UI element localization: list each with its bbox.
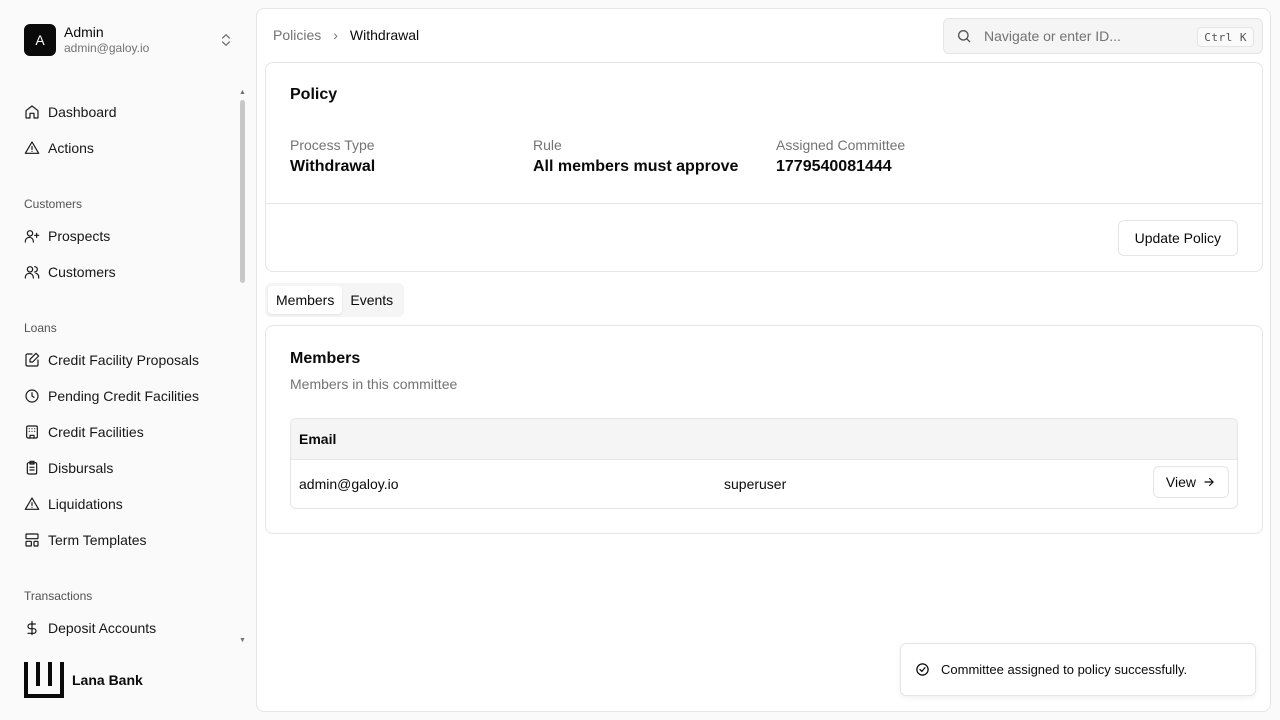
- members-subtitle: Members in this committee: [290, 376, 458, 392]
- member-email: admin@galoy.io: [299, 476, 399, 492]
- toast-notification: Committee assigned to policy successfull…: [900, 643, 1256, 696]
- nav-item-liquidations[interactable]: Liquidations: [24, 492, 123, 516]
- user-plus-icon: [24, 230, 40, 243]
- table-header: Email: [291, 419, 1237, 460]
- nav-item-disbursals[interactable]: Disbursals: [24, 456, 113, 480]
- tab-events[interactable]: Events: [342, 286, 401, 314]
- clock-icon: [25, 389, 39, 403]
- nav-label: Credit Facility Proposals: [48, 352, 199, 368]
- nav-item-actions[interactable]: Actions: [24, 136, 94, 160]
- avatar: A: [24, 24, 56, 56]
- nav-item-dashboard[interactable]: Dashboard: [24, 100, 117, 124]
- field-value: 1779540081444: [776, 158, 892, 175]
- nav-item-pending-credit-facilities[interactable]: Pending Credit Facilities: [24, 384, 199, 408]
- warning-icon: [24, 497, 40, 510]
- nav-item-customers[interactable]: Customers: [24, 260, 116, 284]
- nav-label: Liquidations: [48, 496, 123, 512]
- chevrons-up-down-icon: [222, 34, 230, 46]
- table-row: admin@galoy.io superuser View: [291, 460, 1237, 508]
- nav-label: Disbursals: [48, 460, 114, 476]
- user-switcher[interactable]: A Admin admin@galoy.io: [24, 24, 234, 56]
- nav-item-term-templates[interactable]: Term Templates: [24, 528, 147, 552]
- members-table: Email admin@galoy.io superuser View: [290, 418, 1238, 509]
- nav-item-deposit-accounts[interactable]: Deposit Accounts: [24, 616, 156, 640]
- view-member-button[interactable]: View: [1152, 466, 1229, 498]
- brand-name: Lana Bank: [72, 672, 143, 688]
- tab-members[interactable]: Members: [268, 286, 343, 314]
- bank-building-icon: [26, 425, 38, 439]
- policy-card: Policy Process Type Withdrawal Rule All …: [265, 62, 1263, 272]
- members-title: Members: [290, 350, 361, 367]
- main-panel: Policies › Withdrawal Ctrl K Policy Proc…: [256, 8, 1271, 712]
- home-icon: [25, 105, 39, 119]
- nav-item-credit-facilities[interactable]: Credit Facilities: [24, 420, 144, 444]
- scroll-down-arrow[interactable]: ▼: [239, 637, 246, 644]
- scroll-up-arrow[interactable]: ▲: [239, 89, 246, 96]
- breadcrumb-policies-link[interactable]: Policies: [273, 27, 321, 43]
- clipboard-icon: [26, 460, 38, 475]
- tab-list: Members Events: [265, 283, 405, 317]
- sidebar-scrollbar[interactable]: [240, 100, 245, 283]
- dollar-icon: [27, 620, 37, 636]
- keyboard-shortcut: Ctrl K: [1197, 27, 1254, 47]
- nav-label: Actions: [48, 140, 94, 156]
- field-value: Withdrawal: [290, 158, 376, 175]
- user-email: admin@galoy.io: [64, 41, 150, 56]
- nav-label: Customers: [48, 264, 116, 280]
- nav-group-customers: Customers: [24, 197, 83, 211]
- members-card: Members Members in this committee Email …: [265, 325, 1263, 534]
- divider: [266, 203, 1262, 204]
- nav-label: Dashboard: [48, 104, 117, 120]
- search-bar[interactable]: Ctrl K: [943, 18, 1263, 54]
- file-edit-icon: [25, 352, 40, 367]
- breadcrumb: Policies › Withdrawal: [273, 27, 419, 43]
- assigned-committee-field: Assigned Committee 1779540081444: [776, 137, 905, 176]
- toast-message: Committee assigned to policy successfull…: [941, 662, 1188, 677]
- field-label: Process Type: [290, 137, 375, 153]
- check-circle-icon: [916, 663, 929, 676]
- lana-bank-logo-icon: [24, 662, 64, 698]
- layout-template-icon: [25, 533, 39, 547]
- search-input[interactable]: [984, 28, 1184, 44]
- nav-label: Term Templates: [48, 532, 147, 548]
- nav-item-prospects[interactable]: Prospects: [24, 224, 110, 248]
- nav-label: Deposit Accounts: [48, 620, 157, 636]
- breadcrumb-current: Withdrawal: [349, 27, 420, 43]
- user-name: Admin: [64, 24, 104, 41]
- brand: Lana Bank: [24, 662, 143, 698]
- field-label: Rule: [533, 137, 562, 153]
- member-role: superuser: [724, 476, 787, 492]
- nav-label: Credit Facilities: [48, 424, 144, 440]
- policy-title: Policy: [290, 86, 338, 103]
- field-label: Assigned Committee: [776, 137, 906, 153]
- search-icon: [958, 30, 971, 43]
- process-type-field: Process Type Withdrawal: [290, 137, 375, 176]
- nav-item-credit-facility-proposals[interactable]: Credit Facility Proposals: [24, 348, 199, 372]
- chevron-right-icon: ›: [333, 27, 338, 43]
- users-icon: [24, 266, 40, 279]
- nav-group-transactions: Transactions: [24, 589, 93, 603]
- view-label: View: [1165, 474, 1196, 490]
- arrow-right-icon: [1204, 477, 1214, 487]
- nav-group-loans: Loans: [24, 321, 57, 335]
- nav-label: Pending Credit Facilities: [48, 388, 199, 404]
- sidebar: A Admin admin@galoy.io Dashboard Actions…: [0, 0, 256, 720]
- warning-icon: [24, 141, 40, 154]
- field-value: All members must approve: [533, 158, 739, 175]
- column-header-email: Email: [299, 431, 337, 447]
- update-policy-button[interactable]: Update Policy: [1117, 220, 1238, 256]
- rule-field: Rule All members must approve: [533, 137, 738, 176]
- nav-label: Prospects: [48, 228, 111, 244]
